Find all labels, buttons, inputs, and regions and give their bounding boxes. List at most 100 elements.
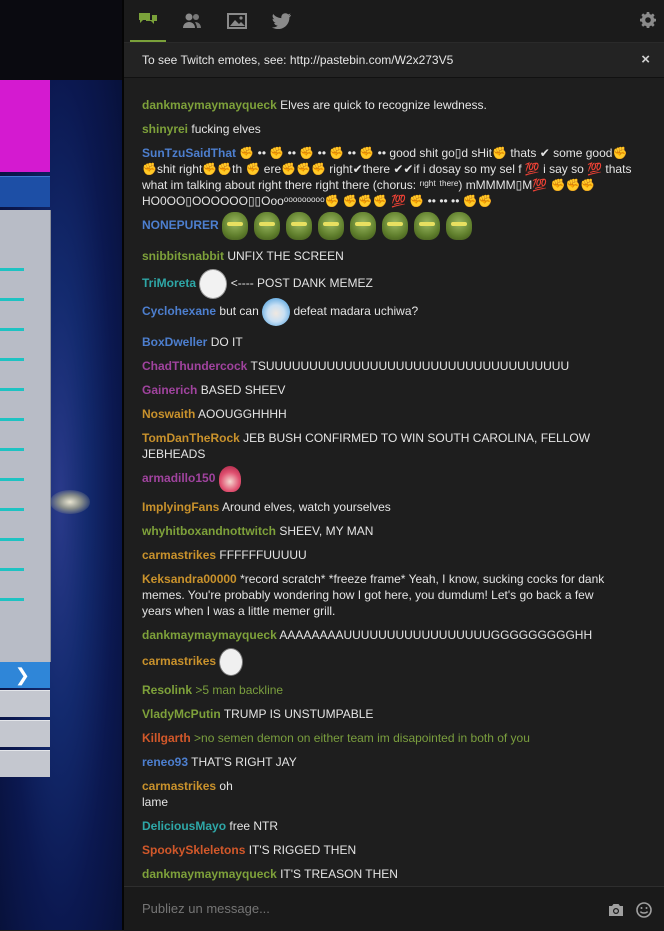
list-line bbox=[0, 598, 24, 601]
chat-username[interactable]: Noswaith bbox=[142, 407, 195, 421]
chat-username[interactable]: DeliciousMayo bbox=[142, 819, 226, 833]
next-arrow-button[interactable]: ❯ bbox=[0, 662, 50, 688]
chat-username[interactable]: shinyrei bbox=[142, 122, 188, 136]
video-black-band bbox=[0, 0, 124, 80]
chat-username[interactable]: VladyMcPutin bbox=[142, 707, 221, 721]
chat-text: >5 man backline bbox=[195, 683, 284, 697]
chat-username[interactable]: BoxDweller bbox=[142, 335, 207, 349]
chat-message: NONEPURER bbox=[142, 212, 542, 240]
users-tab[interactable] bbox=[174, 0, 210, 42]
list-line bbox=[0, 418, 24, 421]
chat-message: Gainerich BASED SHEEV bbox=[142, 382, 597, 398]
chat-username[interactable]: TomDanTheRock bbox=[142, 431, 240, 445]
chat-username[interactable]: TriMoreta bbox=[142, 276, 196, 290]
chat-message: Keksandra00000 *record scratch* *freeze … bbox=[142, 571, 622, 619]
close-notice-button[interactable]: × bbox=[641, 51, 650, 68]
magenta-panel bbox=[0, 80, 50, 172]
chat-text: oh bbox=[219, 779, 233, 793]
glow-effect bbox=[50, 490, 90, 514]
chat-message: DeliciousMayo free NTR bbox=[142, 818, 597, 834]
chat-username[interactable]: dankmaymaymayqueck bbox=[142, 98, 277, 112]
chat-username[interactable]: whyhitboxandnottwitch bbox=[142, 524, 276, 538]
settings-gear-icon[interactable] bbox=[639, 12, 657, 33]
chat-message: Resolink >5 man backline bbox=[142, 682, 597, 698]
chat-username[interactable]: ChadThundercock bbox=[142, 359, 247, 373]
chat-username[interactable]: carmastrikes bbox=[142, 548, 216, 562]
chat-text: UNFIX THE SCREEN bbox=[227, 249, 344, 263]
goblin-emote-icon bbox=[446, 212, 473, 240]
twitter-tab[interactable] bbox=[264, 0, 300, 42]
chat-username[interactable]: Gainerich bbox=[142, 383, 197, 397]
list-line bbox=[0, 388, 24, 391]
chat-text: <---- POST DANK MEMEZ bbox=[230, 276, 373, 291]
twitter-icon bbox=[272, 13, 291, 29]
chat-text-2: defeat madara uchiwa? bbox=[293, 304, 419, 319]
chat-text: Around elves, watch yourselves bbox=[222, 500, 391, 514]
goblin-emote-icon bbox=[254, 212, 281, 240]
chat-username[interactable]: snibbitsnabbit bbox=[142, 249, 224, 263]
chat-message-input[interactable] bbox=[142, 901, 582, 916]
goblin-emote-icon bbox=[222, 212, 249, 240]
chat-message: TriMoreta <---- POST DANK MEMEZ bbox=[142, 269, 597, 299]
chat-text: AAAAAAAAUUUUUUUUUUUUUUUUUGGGGGGGGGHH bbox=[279, 628, 593, 642]
chat-username[interactable]: Cyclohexane bbox=[142, 304, 216, 318]
chat-text: Elves are quick to recognize lewdness. bbox=[280, 98, 487, 112]
list-line bbox=[0, 508, 24, 511]
chat-message: armadillo150 bbox=[142, 466, 597, 492]
chat-text: but can bbox=[219, 304, 259, 319]
chat-text: IT'S TREASON THEN bbox=[280, 867, 398, 881]
game-button[interactable] bbox=[0, 690, 50, 717]
chat-message-list[interactable]: dankmaymaymayqueck Elves are quick to re… bbox=[124, 78, 664, 886]
goblin-emote-icon bbox=[414, 212, 441, 240]
chat-message: VladyMcPutin TRUMP IS UNSTUMPABLE bbox=[142, 706, 597, 722]
chat-panel: To see Twitch emotes, see: http://pasteb… bbox=[124, 0, 664, 931]
chat-message: shinyrei fucking elves bbox=[142, 121, 597, 137]
chat-message: dankmaymaymayqueck AAAAAAAAUUUUUUUUUUUUU… bbox=[142, 627, 597, 643]
chat-text-2: lame bbox=[142, 795, 169, 809]
list-line bbox=[0, 538, 24, 541]
chat-username[interactable]: SpookySkleletons bbox=[142, 843, 245, 857]
cut-off-message bbox=[142, 80, 597, 88]
chat-message: Cyclohexane but can defeat madara uchiwa… bbox=[142, 298, 597, 326]
goblin-emote-icon bbox=[382, 212, 409, 240]
game-button[interactable] bbox=[0, 720, 50, 747]
emoji-smiley-icon[interactable] bbox=[636, 902, 652, 923]
chat-text: fucking elves bbox=[191, 122, 261, 136]
list-line bbox=[0, 328, 24, 331]
chat-message: TomDanTheRock JEB BUSH CONFIRMED TO WIN … bbox=[142, 430, 597, 462]
chat-text: AOOUGGHHHH bbox=[198, 407, 287, 421]
chat-message: ChadThundercock TSUUUUUUUUUUUUUUUUUUUUUU… bbox=[142, 358, 597, 374]
game-video-area: ❯ bbox=[0, 0, 124, 930]
rage-face-emote-icon bbox=[219, 648, 244, 676]
chat-username[interactable]: carmastrikes bbox=[142, 654, 216, 668]
camera-icon[interactable] bbox=[608, 903, 624, 922]
chat-username[interactable]: Killgarth bbox=[142, 731, 191, 745]
anime-girl-emote-icon bbox=[218, 466, 241, 492]
chat-message: SpookySkleletons IT'S RIGGED THEN bbox=[142, 842, 597, 858]
goblin-emote-icon bbox=[350, 212, 377, 240]
game-button[interactable] bbox=[0, 750, 50, 777]
chat-username[interactable]: dankmaymaymayqueck bbox=[142, 628, 277, 642]
chat-username[interactable]: dankmaymaymayqueck bbox=[142, 867, 277, 881]
blue-header-bar bbox=[0, 176, 50, 207]
chat-username[interactable]: carmastrikes bbox=[142, 779, 216, 793]
gallery-tab[interactable] bbox=[219, 0, 255, 42]
face-emote-icon bbox=[199, 269, 228, 299]
chat-text: free NTR bbox=[229, 819, 279, 833]
chat-username[interactable]: SunTzuSaidThat bbox=[142, 146, 236, 160]
chat-message: dankmaymaymayqueck IT'S TREASON THEN bbox=[142, 866, 597, 882]
chat-username[interactable]: reneo93 bbox=[142, 755, 188, 769]
chat-text: TSUUUUUUUUUUUUUUUUUUUUUUUUUUUUUUUUUUU bbox=[250, 359, 570, 373]
chat-tab[interactable] bbox=[130, 0, 166, 42]
chat-username[interactable]: NONEPURER bbox=[142, 218, 219, 232]
chat-username[interactable]: Keksandra00000 bbox=[142, 572, 237, 586]
chat-bubbles-icon bbox=[139, 13, 157, 24]
chat-message: Noswaith AOOUGGHHHH bbox=[142, 406, 597, 422]
chat-username[interactable]: ImplyingFans bbox=[142, 500, 219, 514]
chat-text: TRUMP IS UNSTUMPABLE bbox=[223, 707, 374, 721]
chat-text: THAT'S RIGHT JAY bbox=[191, 755, 297, 769]
goblin-emote-icon bbox=[318, 212, 345, 240]
chat-username[interactable]: armadillo150 bbox=[142, 471, 215, 485]
chat-username[interactable]: Resolink bbox=[142, 683, 192, 697]
list-line bbox=[0, 268, 24, 271]
